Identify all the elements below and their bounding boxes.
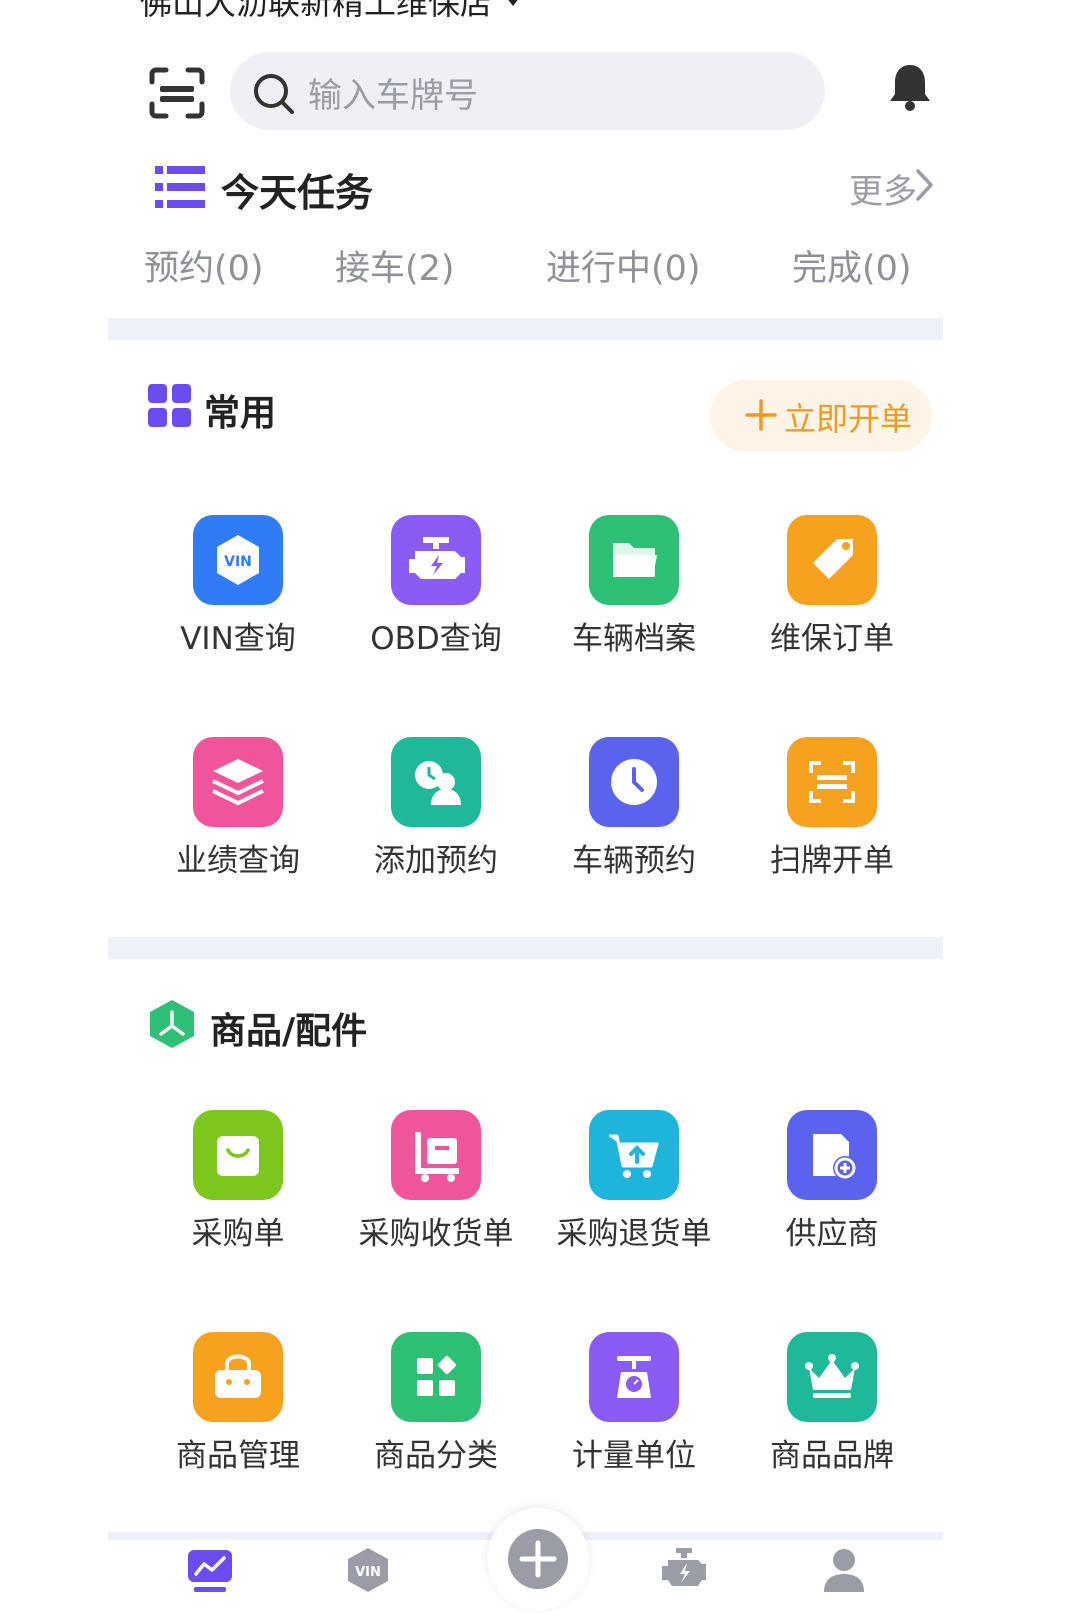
grid-item-performance-query[interactable]: 业绩查询 xyxy=(138,737,338,887)
grid-item-label: 采购单 xyxy=(191,1216,285,1252)
grid-item-measurement-unit[interactable]: 计量单位 xyxy=(534,1332,734,1482)
grid-item-supplier[interactable]: 供应商 xyxy=(732,1110,932,1260)
svg-text:VIN: VIN xyxy=(355,1565,381,1580)
grid-item-label: OBD查询 xyxy=(370,621,502,657)
tab-in-progress[interactable]: 进行中(0) xyxy=(546,240,701,291)
clock-icon xyxy=(589,737,679,827)
grid-item-purchase-receipt[interactable]: 采购收货单 xyxy=(336,1110,536,1260)
chevron-right-icon[interactable] xyxy=(915,168,935,202)
grid-item-vehicle-file[interactable]: 车辆档案 xyxy=(534,515,734,665)
tab-reception[interactable]: 接车(2) xyxy=(335,240,455,291)
grid-item-label: VIN查询 xyxy=(180,621,296,657)
grid-item-obd-query[interactable]: OBD查询 xyxy=(336,515,536,665)
tag-icon xyxy=(787,515,877,605)
grid-item-purchase-return[interactable]: 采购退货单 xyxy=(534,1110,734,1260)
add-button[interactable] xyxy=(487,1508,589,1610)
section-divider xyxy=(108,318,943,340)
top-bar: 输入车牌号 xyxy=(148,52,933,130)
task-status-tabs: 预约(0) 接车(2) 进行中(0) 完成(0) xyxy=(108,240,943,294)
store-name: 佛山大沥联新精工维保店 xyxy=(140,0,493,22)
section-divider xyxy=(108,937,943,959)
goods-icon xyxy=(150,1000,194,1048)
scan-icon[interactable] xyxy=(148,66,206,120)
chevron-down-icon xyxy=(502,0,525,6)
today-tasks-header: 今天任务 更多 xyxy=(155,158,935,215)
more-link[interactable]: 更多 xyxy=(849,164,917,213)
grid-item-scan-plate-order[interactable]: 扫牌开单 xyxy=(732,737,932,887)
grid-item-label: 商品品牌 xyxy=(770,1438,894,1474)
store-selector[interactable]: 佛山大沥联新精工维保店 xyxy=(140,0,525,24)
grid-item-label: 商品管理 xyxy=(176,1438,300,1474)
grid-item-label: 车辆档案 xyxy=(572,621,696,657)
scale-icon xyxy=(589,1332,679,1422)
cart-receive-icon xyxy=(391,1110,481,1200)
dashboard-icon[interactable] xyxy=(186,1546,234,1594)
shopping-bag-icon xyxy=(193,1110,283,1200)
list-icon xyxy=(155,166,205,208)
profile-icon[interactable] xyxy=(820,1546,868,1594)
plus-icon xyxy=(745,399,777,431)
cart-return-icon xyxy=(589,1110,679,1200)
grid-item-label: 采购收货单 xyxy=(358,1216,514,1252)
tab-appointment[interactable]: 预约(0) xyxy=(144,240,264,291)
grid-item-goods-brand[interactable]: 商品品牌 xyxy=(732,1332,932,1482)
grid-item-label: 采购退货单 xyxy=(556,1216,712,1252)
grid-icon xyxy=(148,384,191,427)
grid-item-label: 扫牌开单 xyxy=(770,843,894,879)
category-icon xyxy=(391,1332,481,1422)
section-title: 商品/配件 xyxy=(210,1011,368,1052)
search-input[interactable]: 输入车牌号 xyxy=(230,52,825,130)
supplier-icon xyxy=(787,1110,877,1200)
add-appointment-icon xyxy=(391,737,481,827)
grid-item-goods-management[interactable]: 商品管理 xyxy=(138,1332,338,1482)
grid-item-goods-category[interactable]: 商品分类 xyxy=(336,1332,536,1482)
search-placeholder: 输入车牌号 xyxy=(308,76,478,116)
grid-item-label: 商品分类 xyxy=(374,1438,498,1474)
grid-item-label: 供应商 xyxy=(785,1216,879,1252)
layers-icon xyxy=(193,737,283,827)
grid-item-label: 业绩查询 xyxy=(176,843,300,879)
engine-icon xyxy=(391,515,481,605)
open-order-button[interactable]: 立即开单 xyxy=(710,380,932,452)
grid-item-vehicle-appointment[interactable]: 车辆预约 xyxy=(534,737,734,887)
grid-item-label: 车辆预约 xyxy=(572,843,696,879)
basket-icon xyxy=(193,1332,283,1422)
engine-tab-icon[interactable] xyxy=(660,1546,708,1594)
section-title: 常用 xyxy=(204,393,277,434)
scan-plate-icon xyxy=(787,737,877,827)
search-icon xyxy=(254,74,294,114)
grid-item-add-appointment[interactable]: 添加预约 xyxy=(336,737,536,887)
grid-item-vin-query[interactable]: VIN VIN查询 xyxy=(138,515,338,665)
bell-icon[interactable] xyxy=(887,62,933,112)
section-title: 今天任务 xyxy=(221,171,374,215)
grid-item-purchase-order[interactable]: 采购单 xyxy=(138,1110,338,1260)
grid-item-label: 计量单位 xyxy=(572,1438,696,1474)
vin-icon: VIN xyxy=(193,515,283,605)
svg-text:VIN: VIN xyxy=(224,554,252,570)
grid-item-label: 添加预约 xyxy=(374,843,498,879)
grid-item-label: 维保订单 xyxy=(770,621,894,657)
add-icon xyxy=(508,1529,568,1589)
crown-icon xyxy=(787,1332,877,1422)
grid-item-maintenance-order[interactable]: 维保订单 xyxy=(732,515,932,665)
open-order-label: 立即开单 xyxy=(784,400,913,438)
vin-tab-icon[interactable]: VIN xyxy=(344,1546,392,1594)
folder-icon xyxy=(589,515,679,605)
tab-completed[interactable]: 完成(0) xyxy=(792,240,912,291)
